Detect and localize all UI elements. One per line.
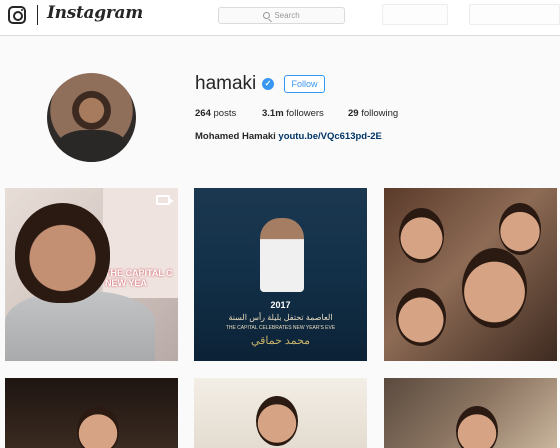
profile-username: hamaki <box>195 73 257 94</box>
post-person-face <box>15 203 110 303</box>
profile-full-name: Mohamed Hamaki <box>195 131 276 142</box>
followers-count: 3.1m <box>262 108 284 119</box>
followers-stat[interactable]: 3.1m followers <box>262 108 324 119</box>
posts-label: posts <box>213 108 237 119</box>
following-label: following <box>361 108 399 119</box>
avatar-photo-detail <box>57 130 127 162</box>
profile-avatar[interactable] <box>47 73 136 162</box>
post-thumbnail[interactable] <box>5 378 178 448</box>
search-icon <box>263 12 271 19</box>
post-person-face <box>77 406 119 448</box>
post-person-face <box>396 288 446 346</box>
nav-actions-placeholder-left[interactable] <box>382 4 448 25</box>
profile-external-link[interactable]: youtu.be/VQc613pd-2E <box>278 131 381 142</box>
top-navigation-bar: Instagram Search <box>0 0 560 36</box>
post-thumbnail[interactable] <box>384 188 557 361</box>
post-poster-subtitle: THE CAPITAL CELEBRATES NEW YEAR'S EVE <box>225 325 336 331</box>
post-person-face <box>456 406 498 448</box>
post-person-face <box>499 203 541 255</box>
post-person-face <box>256 396 298 446</box>
instagram-camera-icon[interactable] <box>8 6 26 24</box>
follow-button[interactable]: Follow <box>284 75 325 93</box>
search-input[interactable]: Search <box>218 7 345 24</box>
profile-bio: Mohamed Hamaki youtu.be/VQc613pd-2E <box>195 131 382 142</box>
post-poster-year: 2017 <box>270 300 291 310</box>
post-poster-singer <box>260 218 304 292</box>
post-poster-arabic-name: محمد حماقي <box>250 335 311 347</box>
following-count: 29 <box>348 108 359 119</box>
post-person-face <box>462 248 527 328</box>
search-placeholder: Search <box>274 11 300 20</box>
posts-stat: 264 posts <box>195 108 236 119</box>
post-thumbnail[interactable]: THE CAPITAL C NEW YEA <box>5 188 178 361</box>
posts-count: 264 <box>195 108 211 119</box>
verified-badge-icon: ✓ <box>262 78 274 90</box>
post-thumbnail[interactable] <box>194 378 367 448</box>
nav-actions-placeholder-right[interactable] <box>469 4 560 25</box>
post-poster-arabic-title: العاصمة تحتفل بليلة رأس السنة <box>228 313 333 322</box>
post-thumbnail[interactable]: 2017 العاصمة تحتفل بليلة رأس السنة THE C… <box>194 188 367 361</box>
logo-divider <box>37 5 38 25</box>
post-person-face <box>399 208 444 263</box>
post-person-sweater <box>5 291 155 361</box>
followers-label: followers <box>286 108 324 119</box>
post-poster-text: THE CAPITAL C NEW YEA <box>105 268 173 288</box>
video-icon <box>156 195 174 205</box>
following-stat[interactable]: 29 following <box>348 108 398 119</box>
instagram-wordmark-logo[interactable]: Instagram <box>47 3 143 23</box>
post-thumbnail[interactable] <box>384 378 557 448</box>
